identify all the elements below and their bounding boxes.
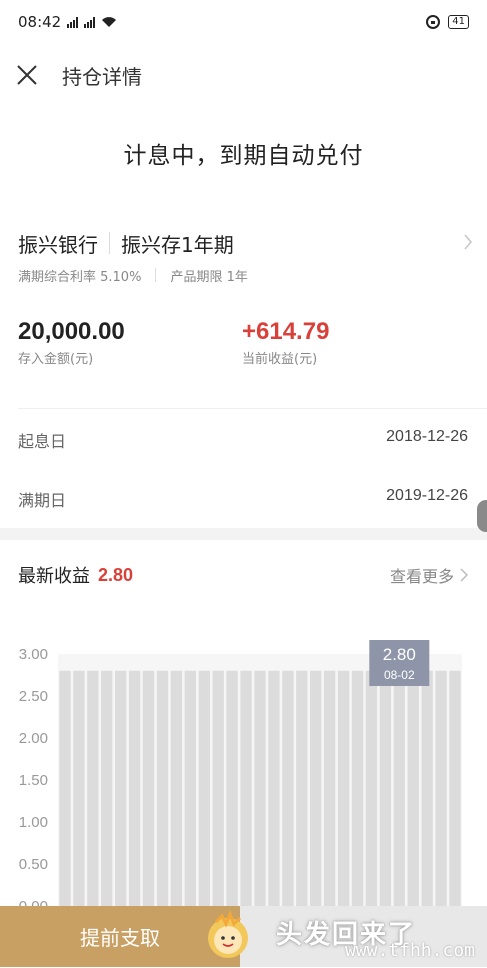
chart-bar[interactable] (87, 670, 99, 906)
chart-bar[interactable] (128, 670, 141, 906)
scroll-handle[interactable] (477, 500, 487, 532)
battery-icon: 41 (448, 15, 469, 29)
chart-bar[interactable] (337, 670, 350, 906)
latest-earnings-value: 2.80 (98, 564, 134, 585)
chart-bar[interactable] (310, 670, 322, 906)
chart-bar[interactable] (59, 670, 71, 906)
chart-tooltip: 2.80 08-02 (369, 640, 430, 686)
y-tick-label: 2.00 (19, 730, 48, 747)
earnings-chart-svg: 3.002.502.001.501.000.500.002.8008-02 (19, 640, 462, 915)
product-name: 振兴存1年期 (121, 232, 234, 257)
chart-bar[interactable] (435, 670, 447, 906)
status-time: 08:42 (18, 13, 62, 31)
bottom-bar: 提前支取 头发回来了 www.tfhh.com (0, 906, 487, 967)
watermark-area: 头发回来了 www.tfhh.com (208, 906, 487, 967)
chart-bar[interactable] (393, 670, 405, 906)
product-sub-info: 满期综合利率 5.10% 产品期限 1年 (18, 265, 248, 285)
chart-bar[interactable] (170, 670, 183, 906)
end-date-row: 满期日 2019-12-26 (18, 487, 468, 511)
chart-bar[interactable] (323, 670, 336, 906)
chart-bar[interactable] (449, 670, 461, 906)
chart-bar[interactable] (365, 670, 378, 906)
chart-bar[interactable] (212, 670, 224, 906)
chevron-right-icon (463, 231, 473, 255)
chart-bar[interactable] (268, 670, 280, 906)
earnings-block: +614.79 当前收益(元) (242, 318, 329, 367)
current-earnings-label: 当前收益(元) (242, 352, 318, 367)
sun-mascot-icon (208, 909, 248, 958)
y-tick-label: 3.00 (19, 646, 48, 663)
chart-bar[interactable] (226, 670, 238, 906)
chart-bar[interactable] (407, 670, 419, 906)
close-button[interactable] (0, 48, 54, 102)
chart-bar[interactable] (142, 670, 155, 906)
watermark-url: www.tfhh.com (344, 940, 475, 961)
deposit-amount-label: 存入金额(元) (18, 352, 94, 367)
start-date-row: 起息日 2018-12-26 (18, 428, 468, 452)
chart-bar[interactable] (379, 670, 392, 906)
y-tick-label: 1.00 (19, 814, 48, 831)
term-label: 产品期限 1年 (170, 269, 248, 285)
end-date-value: 2019-12-26 (386, 487, 468, 504)
rate-label: 满期综合利率 5.10% (18, 269, 142, 285)
divider (18, 408, 487, 409)
chart-bar[interactable] (115, 670, 127, 906)
chart-bar[interactable] (184, 670, 196, 906)
latest-earnings-row: 最新收益 2.80 查看更多 (18, 562, 468, 588)
chart-bar[interactable] (198, 670, 210, 906)
status-right: 41 (426, 15, 469, 29)
tooltip-value: 2.80 (383, 645, 416, 664)
y-tick-label: 1.50 (19, 772, 48, 789)
status-bar: 08:42 41 (0, 0, 487, 44)
start-date-value: 2018-12-26 (386, 428, 468, 445)
chart-bar[interactable] (421, 670, 433, 906)
product-info-row[interactable]: 振兴银行 振兴存1年期 (18, 228, 473, 258)
deposit-amount: 20,000.00 (18, 318, 125, 345)
start-date-label: 起息日 (18, 432, 67, 451)
y-tick-label: 2.50 (19, 688, 48, 705)
status-left: 08:42 (18, 13, 117, 31)
close-icon (17, 65, 37, 85)
rotation-lock-icon (426, 15, 441, 29)
chevron-right-icon (460, 568, 468, 582)
section-separator (0, 528, 487, 540)
page-title: 持仓详情 (62, 64, 142, 89)
deposit-amount-block: 20,000.00 存入金额(元) (18, 318, 125, 367)
status-message: 计息中，到期自动兑付 (123, 143, 364, 169)
earnings-chart: 3.00 2.50 2.00 1.50 1.00 0.50 0.00 2.80 08-02 (0, 630, 487, 915)
chart-bar[interactable] (156, 670, 169, 906)
divider (109, 232, 110, 254)
chart-bar[interactable] (254, 670, 266, 906)
current-earnings: +614.79 (242, 318, 330, 345)
signal-icon (67, 16, 79, 28)
chart-bar[interactable] (351, 670, 364, 906)
bank-name: 振兴银行 (18, 232, 98, 257)
chart-bar[interactable] (101, 670, 113, 906)
latest-earnings-title: 最新收益 (18, 566, 90, 587)
view-more-link[interactable]: 查看更多 (390, 563, 468, 587)
tooltip-date: 08-02 (384, 668, 415, 682)
signal-icon (84, 16, 96, 28)
end-date-label: 满期日 (18, 491, 67, 510)
divider (155, 268, 157, 282)
y-tick-label: 0.50 (19, 856, 48, 873)
chart-bar[interactable] (296, 670, 308, 906)
chart-bar[interactable] (240, 670, 252, 906)
wifi-icon (102, 17, 117, 27)
view-more-label: 查看更多 (389, 567, 454, 586)
chart-bar[interactable] (282, 670, 294, 906)
chart-bar[interactable] (73, 670, 85, 906)
title-bar: 持仓详情 (0, 48, 487, 102)
